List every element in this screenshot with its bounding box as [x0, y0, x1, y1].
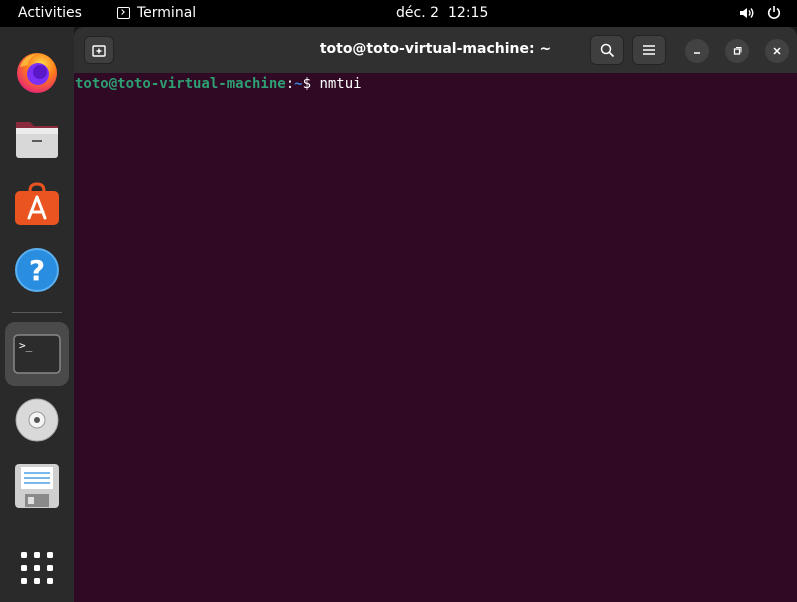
dock-item-files[interactable] — [5, 106, 69, 170]
prompt-user-host: toto@toto-virtual-machine — [75, 76, 286, 92]
command-text: nmtui — [319, 76, 362, 92]
prompt-path: ~ — [294, 76, 303, 92]
dock-item-help[interactable]: ? — [5, 238, 69, 302]
prompt-symbol: $ — [302, 76, 320, 92]
svg-text:?: ? — [29, 254, 45, 287]
header-bar[interactable]: toto@toto-virtual-machine: ~ — [74, 27, 797, 73]
prompt-colon: : — [285, 76, 295, 92]
dock-item-dvd[interactable] — [5, 388, 69, 452]
system-menu[interactable] — [739, 5, 781, 20]
app-menu-label: Terminal — [137, 5, 197, 21]
activities-button[interactable]: Activities — [18, 5, 82, 21]
firefox-icon — [17, 53, 57, 93]
software-center-icon — [15, 182, 59, 225]
top-bar: Activities Terminal déc. 2 12:15 — [0, 0, 797, 27]
show-apps-icon — [21, 552, 53, 584]
files-icon — [16, 122, 58, 158]
help-icon: ? — [15, 248, 59, 292]
dock-item-terminal[interactable]: >_ — [5, 322, 69, 386]
clock[interactable]: déc. 2 12:15 — [396, 5, 488, 21]
clock-time: 12:15 — [448, 5, 489, 21]
terminal-icon: >_ — [13, 334, 61, 374]
close-button[interactable] — [765, 39, 789, 63]
hamburger-menu-icon — [643, 45, 655, 55]
minimize-icon — [694, 52, 700, 54]
volume-icon — [740, 7, 754, 18]
app-menu[interactable]: Terminal — [117, 5, 196, 21]
terminal-icon-glyph: >_ — [19, 339, 33, 352]
dock-item-show-apps[interactable] — [5, 536, 69, 600]
maximize-button[interactable] — [725, 39, 749, 63]
menu-button[interactable] — [632, 35, 666, 65]
terminal-window[interactable]: toto@toto-virtual-machine: ~ toto@toto-v… — [74, 27, 797, 602]
terminal-app-icon — [117, 7, 130, 19]
dock: ? >_ — [0, 27, 74, 602]
dock-item-firefox[interactable] — [5, 40, 69, 104]
maximize-icon — [733, 47, 742, 55]
close-icon — [773, 47, 781, 55]
dock-item-software[interactable] — [5, 172, 69, 236]
power-icon — [767, 6, 781, 19]
dock-item-save-disk[interactable] — [5, 454, 69, 518]
floppy-disk-icon — [15, 464, 59, 508]
search-button[interactable] — [590, 35, 624, 65]
minimize-button[interactable] — [685, 39, 709, 63]
dvd-icon — [15, 398, 59, 442]
clock-date: déc. 2 — [396, 5, 440, 21]
terminal-output[interactable]: toto@toto-virtual-machine:~$ nmtui — [75, 76, 362, 92]
dock-separator — [12, 312, 62, 313]
search-icon — [600, 43, 614, 57]
